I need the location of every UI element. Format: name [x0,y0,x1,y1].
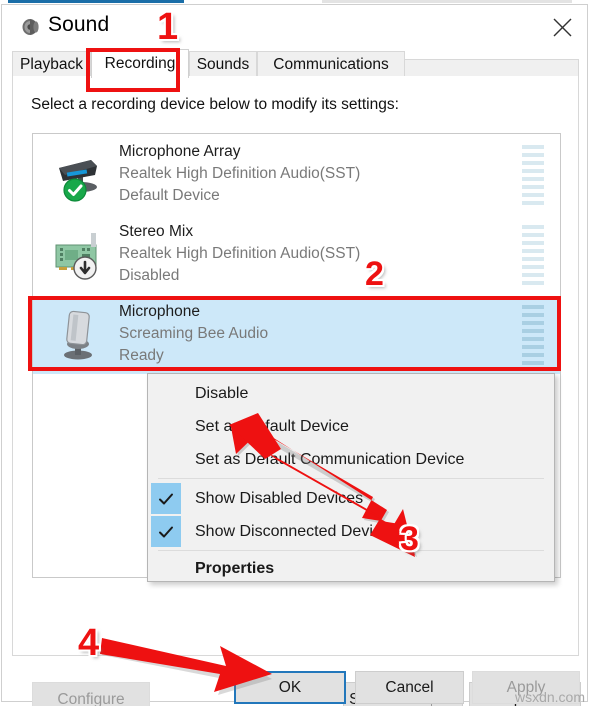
menu-item-label: Disable [195,384,249,402]
menu-item-set-as-default-device[interactable]: Set as Default Device [148,410,554,443]
ok-button[interactable]: OK [234,671,346,704]
menu-item-label: Show Disabled Devices [195,489,364,507]
device-list-item-microphone[interactable]: Microphone Screaming Bee Audio Ready [33,296,560,374]
screenshot-root: Sound Playback Recording Sounds Communic… [0,0,589,706]
device-name: Microphone Array [119,143,241,160]
menu-separator [158,478,544,479]
background-accent-bar [8,0,184,3]
volume-meter [522,225,544,285]
watermark: wsxdn.com [514,689,585,705]
volume-meter [522,145,544,205]
menu-separator [158,550,544,551]
tab-sounds[interactable]: Sounds [189,51,257,77]
sound-card-icon [51,226,109,284]
device-status: Disabled [119,267,180,284]
title-bar: Sound [2,5,587,49]
menu-item-properties[interactable]: Properties [148,552,554,585]
annotation-number-1: 1 [157,6,179,48]
device-driver: Realtek High Definition Audio(SST) [119,165,361,182]
speaker-icon [20,16,42,38]
tab-communications[interactable]: Communications [257,51,405,77]
device-list-item-stereo-mix[interactable]: Stereo Mix Realtek High Definition Audio… [33,216,560,294]
annotation-number-3: 3 [400,520,419,558]
menu-item-disable[interactable]: Disable [148,377,554,410]
check-icon [151,483,181,514]
context-menu[interactable]: Disable Set as Default Device Set as Def… [147,373,555,582]
menu-item-label: Properties [195,559,275,577]
check-icon [151,516,181,547]
background-gray-block-1 [322,0,572,3]
tab-playback[interactable]: Playback [12,51,91,77]
desk-microphone-icon [51,306,109,364]
menu-item-label: Show Disconnected Devices [195,522,398,540]
menu-item-label: Set as Default Communication Device [195,450,465,468]
menu-item-show-disconnected-devices[interactable]: Show Disconnected Devices [148,515,554,548]
menu-check-slot [151,553,181,584]
annotation-number-2: 2 [365,255,384,293]
configure-button[interactable]: Configure [32,682,150,706]
annotation-number-4: 4 [78,622,100,664]
device-status: Default Device [119,187,220,204]
device-driver: Screaming Bee Audio [119,325,269,342]
volume-meter [522,305,544,365]
menu-item-label: Set as Default Device [195,417,349,435]
menu-check-slot [151,444,181,475]
menu-check-slot [151,378,181,409]
microphone-array-icon [51,146,109,204]
menu-check-slot [151,411,181,442]
instruction-text: Select a recording device below to modif… [31,96,399,113]
page-title: Sound [48,13,110,36]
close-icon[interactable] [539,5,585,49]
device-list-item-microphone-array[interactable]: Microphone Array Realtek High Definition… [33,136,560,214]
device-name: Stereo Mix [119,223,194,240]
device-driver: Realtek High Definition Audio(SST) [119,245,361,262]
device-name: Microphone [119,303,200,320]
tab-recording[interactable]: Recording [91,49,189,78]
sound-dialog: Sound Playback Recording Sounds Communic… [1,4,588,706]
menu-item-show-disabled-devices[interactable]: Show Disabled Devices [148,482,554,515]
device-status: Ready [119,347,164,364]
menu-item-set-as-default-communication-device[interactable]: Set as Default Communication Device [148,443,554,476]
tab-strip: Playback Recording Sounds Communications [12,49,579,78]
cancel-button[interactable]: Cancel [355,671,464,704]
